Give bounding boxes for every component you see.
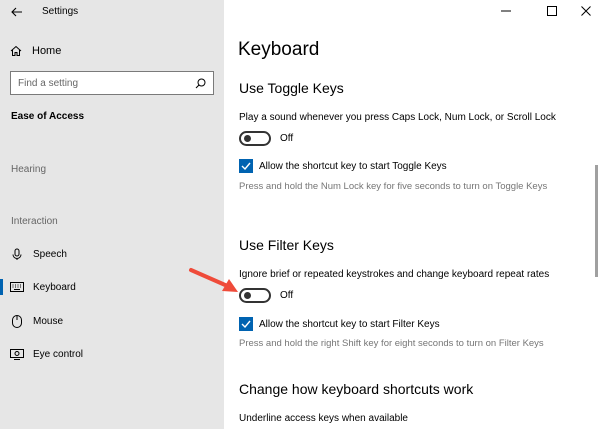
sidebar-item-label: Mouse (33, 316, 64, 327)
filter-keys-hint: Press and hold the right Shift key for e… (239, 338, 544, 349)
page-title: Keyboard (238, 39, 320, 60)
shortcuts-heading: Change how keyboard shortcuts work (239, 381, 474, 397)
sidebar-item-speech[interactable]: Speech (0, 243, 224, 265)
main-panel: Keyboard Use Toggle Keys Play a sound wh… (224, 0, 600, 429)
search-box[interactable] (10, 71, 214, 95)
back-arrow-icon (11, 7, 22, 17)
sidebar-item-keyboard[interactable]: Keyboard (0, 276, 224, 298)
maximize-icon (547, 6, 557, 16)
mouse-icon (10, 314, 24, 328)
filter-keys-switch[interactable] (239, 287, 271, 303)
filter-keys-shortcut-row[interactable]: Allow the shortcut key to start Filter K… (239, 316, 440, 332)
microphone-icon (10, 247, 24, 261)
maximize-button[interactable] (542, 3, 562, 19)
toggle-keys-shortcut-row[interactable]: Allow the shortcut key to start Toggle K… (239, 158, 447, 174)
underline-access-keys-label: Underline access keys when available (239, 413, 408, 424)
check-icon (241, 162, 251, 170)
sidebar-item-mouse[interactable]: Mouse (0, 310, 224, 332)
filter-keys-shortcut-label: Allow the shortcut key to start Filter K… (259, 318, 440, 330)
home-icon (10, 45, 22, 56)
app-title: Settings (42, 6, 79, 17)
keyboard-icon (10, 280, 24, 294)
title-bar: Settings (0, 0, 224, 26)
filter-keys-heading: Use Filter Keys (239, 237, 334, 253)
home-label: Home (32, 45, 62, 57)
toggle-keys-shortcut-label: Allow the shortcut key to start Toggle K… (259, 160, 447, 172)
filter-keys-switch-row[interactable]: Off (239, 287, 293, 303)
filter-keys-state: Off (280, 289, 294, 301)
minimize-icon (501, 10, 511, 12)
active-indicator (0, 279, 3, 295)
eye-control-icon (10, 347, 24, 361)
close-button[interactable] (576, 3, 596, 19)
sidebar-item-eye-control[interactable]: Eye control (0, 343, 224, 365)
toggle-knob (244, 292, 251, 299)
section-heading: Ease of Access (11, 111, 85, 122)
toggle-keys-state: Off (280, 132, 294, 144)
sidebar: Settings Home Ease of Access Hearing Int… (0, 0, 224, 429)
sidebar-item-label: Speech (33, 249, 67, 260)
sidebar-item-label: Eye control (33, 349, 84, 360)
back-button[interactable] (6, 2, 28, 22)
toggle-keys-switch-row[interactable]: Off (239, 130, 293, 146)
sidebar-item-label: Keyboard (33, 282, 76, 293)
group-label-interaction: Interaction (11, 216, 58, 227)
home-nav-item[interactable]: Home (10, 43, 61, 59)
search-input[interactable] (18, 77, 188, 89)
toggle-keys-hint: Press and hold the Num Lock key for five… (239, 181, 548, 192)
group-label-hearing: Hearing (11, 164, 47, 175)
toggle-keys-description: Play a sound whenever you press Caps Loc… (239, 112, 556, 123)
filter-keys-description: Ignore brief or repeated keystrokes and … (239, 269, 550, 280)
toggle-knob (244, 135, 251, 142)
minimize-button[interactable] (496, 3, 516, 19)
scrollbar-thumb[interactable] (595, 165, 598, 277)
filter-keys-shortcut-checkbox[interactable] (239, 317, 253, 331)
toggle-keys-shortcut-checkbox[interactable] (239, 159, 253, 173)
toggle-keys-switch[interactable] (239, 130, 271, 146)
check-icon (241, 320, 251, 328)
close-icon (581, 6, 591, 16)
search-icon[interactable] (195, 78, 206, 89)
toggle-keys-heading: Use Toggle Keys (239, 80, 344, 96)
